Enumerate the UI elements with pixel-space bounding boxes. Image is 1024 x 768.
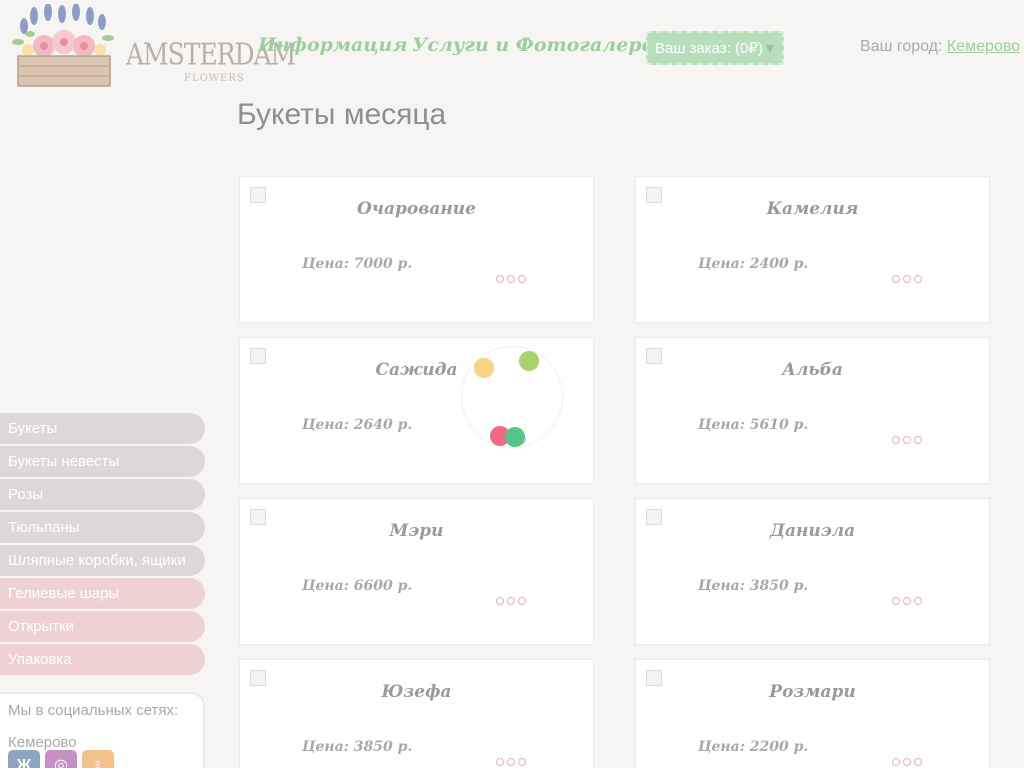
more-options-icon[interactable] [892, 592, 925, 610]
product-title[interactable]: Мэри [240, 521, 593, 541]
social-networks-box: Мы в социальных сетях: Кемерово Ж ◎ ♀ [0, 692, 205, 768]
spinner-ball-yellow [474, 358, 494, 378]
more-options-icon[interactable] [496, 592, 529, 610]
product-card[interactable]: Розмари Цена: 2200 р. [635, 659, 990, 768]
logo-subtitle: FLOWERS [184, 73, 245, 84]
product-card[interactable]: Альба Цена: 5610 р. [635, 337, 990, 484]
flower-box-logo-icon [12, 3, 114, 87]
product-card[interactable]: Даниэла Цена: 3850 р. [635, 498, 990, 645]
social-title: Мы в социальных сетях: [8, 702, 179, 719]
sidebar-item-helium-balloons[interactable]: Гелиевые шары [0, 578, 205, 609]
product-price: Цена: 2200 р. [698, 739, 809, 755]
product-card[interactable]: Очарование Цена: 7000 р. [239, 176, 594, 323]
product-title[interactable]: Даниэла [636, 521, 989, 541]
product-title[interactable]: Альба [636, 360, 989, 380]
sidebar-item-bouquets[interactable]: Букеты [0, 413, 205, 444]
product-price: Цена: 2640 р. [302, 417, 413, 433]
more-options-icon[interactable] [892, 431, 925, 449]
city-label: Ваш город: [860, 38, 943, 55]
product-price: Цена: 6600 р. [302, 578, 413, 594]
sidebar-item-packaging[interactable]: Упаковка [0, 644, 205, 675]
sidebar-item-hat-boxes[interactable]: Шляпные коробки, ящики [0, 545, 205, 576]
product-card[interactable]: Юзефа Цена: 3850 р. [239, 659, 594, 768]
instagram-icon[interactable]: ◎ [45, 750, 77, 768]
product-card[interactable]: Камелия Цена: 2400 р. [635, 176, 990, 323]
product-price: Цена: 3850 р. [302, 739, 413, 755]
product-price: Цена: 5610 р. [698, 417, 809, 433]
sidebar-item-roses[interactable]: Розы [0, 479, 205, 510]
product-title[interactable]: Розмари [636, 682, 989, 702]
vk-icon[interactable]: Ж [8, 750, 40, 768]
loading-spinner-icon [461, 346, 563, 448]
product-card[interactable]: Мэри Цена: 6600 р. [239, 498, 594, 645]
page-title: Букеты месяца [237, 98, 447, 131]
product-price: Цена: 3850 р. [698, 578, 809, 594]
odnoklassniki-icon[interactable]: ♀ [82, 750, 114, 768]
sidebar-item-tulips[interactable]: Тюльпаны [0, 512, 205, 543]
more-options-icon[interactable] [496, 753, 529, 768]
city-link[interactable]: Кемерово [947, 38, 1020, 55]
product-price: Цена: 7000 р. [302, 256, 413, 272]
more-options-icon[interactable] [496, 270, 529, 288]
city-selector: Ваш город: Кемерово [860, 38, 1020, 56]
product-title[interactable]: Очарование [240, 199, 593, 219]
sidebar-item-bridal-bouquets[interactable]: Букеты невесты [0, 446, 205, 477]
nav-link-info[interactable]: Информация [258, 34, 407, 56]
cart-label: Ваш заказ: (0₽) [655, 40, 763, 57]
spinner-ball-teal [505, 427, 525, 447]
more-options-icon[interactable] [892, 753, 925, 768]
more-options-icon[interactable] [892, 270, 925, 288]
product-title[interactable]: Юзефа [240, 682, 593, 702]
caret-down-icon: ▼ [762, 40, 777, 56]
spinner-ball-green [519, 351, 539, 371]
social-city: Кемерово [8, 734, 77, 751]
category-menu: Букеты Букеты невесты Розы Тюльпаны Шляп… [0, 413, 205, 677]
product-price: Цена: 2400 р. [698, 256, 809, 272]
product-title[interactable]: Камелия [636, 199, 989, 219]
nav-link-services-gallery[interactable]: Услуги и Фотогалерея [412, 34, 669, 56]
sidebar-item-cards[interactable]: Открытки [0, 611, 205, 642]
cart-button[interactable]: Ваш заказ: (0₽)▼ [646, 31, 784, 65]
